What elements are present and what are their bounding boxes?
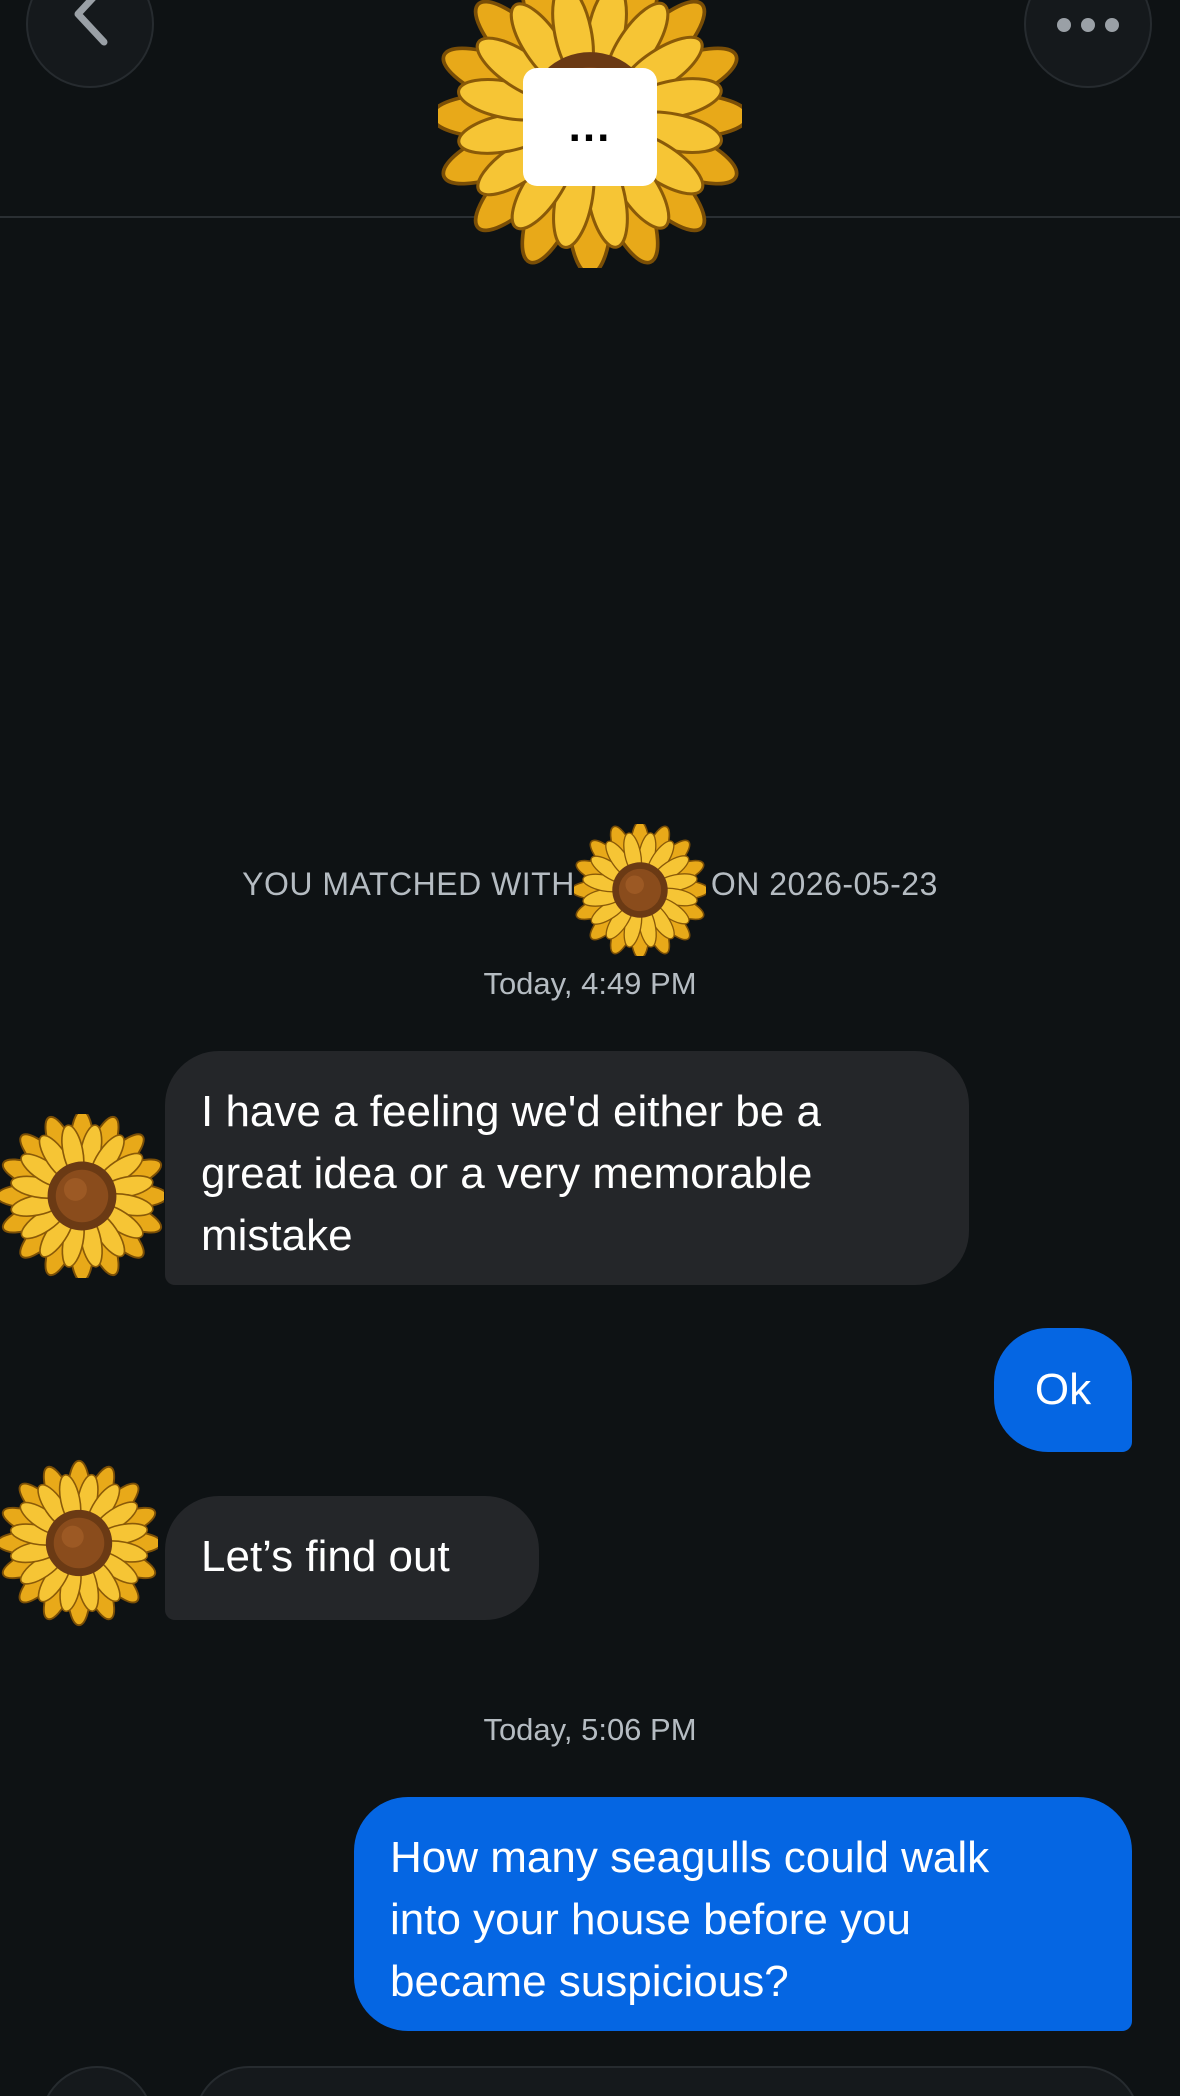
message-timestamp: Today, 5:06 PM bbox=[483, 1712, 697, 1747]
more-horizontal-icon bbox=[1026, 18, 1150, 32]
sender-avatar[interactable] bbox=[0, 1114, 164, 1278]
chevron-left-icon bbox=[74, 0, 108, 46]
match-notice-prefix: YOU MATCHED WITH bbox=[242, 866, 575, 902]
attachment-button[interactable] bbox=[40, 2066, 154, 2096]
message-input[interactable] bbox=[194, 2066, 1140, 2096]
outgoing-message[interactable]: Ok bbox=[994, 1328, 1132, 1452]
back-button[interactable] bbox=[26, 0, 154, 88]
typing-indicator: ... bbox=[523, 68, 657, 186]
match-notice-date: ON 2026-05-23 bbox=[710, 866, 938, 902]
message-timestamp: Today, 4:49 PM bbox=[483, 966, 697, 1001]
chat-header: ... bbox=[0, 0, 1180, 268]
incoming-message[interactable]: I have a feeling we'd either be a great … bbox=[165, 1051, 969, 1285]
match-avatar bbox=[574, 824, 706, 956]
outgoing-message[interactable]: How many seagulls could walk into your h… bbox=[354, 1797, 1132, 2031]
incoming-message[interactable]: Let’s find out bbox=[165, 1496, 539, 1620]
more-options-button[interactable] bbox=[1024, 0, 1152, 88]
sender-avatar[interactable] bbox=[0, 1456, 158, 1630]
